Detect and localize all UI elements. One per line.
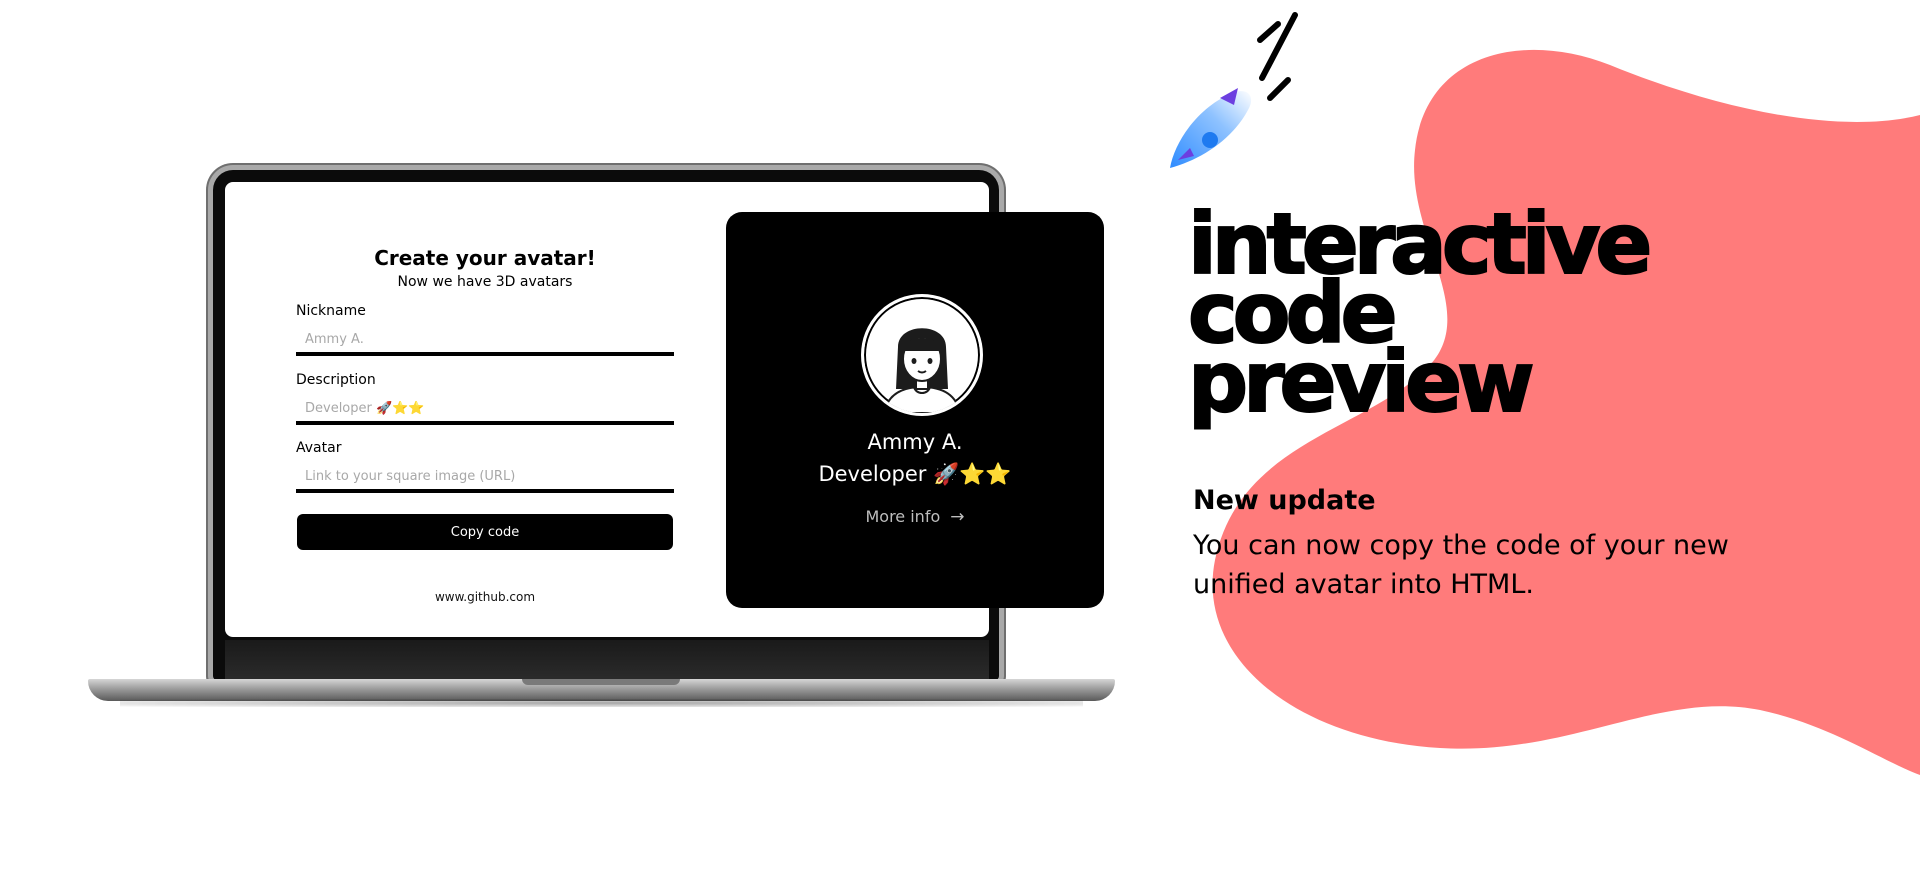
laptop-notch [522,679,680,685]
form-title: Create your avatar! [374,246,596,270]
description-label: Description [296,372,376,388]
nickname-label: Nickname [296,303,366,319]
more-info-label: More info [865,507,941,526]
card-name: Ammy A. [867,430,963,454]
description-input[interactable] [296,395,674,425]
laptop-shadow [120,699,1083,707]
update-title: New update [1193,485,1376,516]
avatar [861,294,983,416]
copy-code-button[interactable]: Copy code [297,514,673,550]
nickname-input[interactable] [296,326,674,356]
avatar-label: Avatar [296,440,342,456]
arrow-right-icon: → [950,507,965,527]
avatar-url-input[interactable] [296,463,674,493]
form-subtitle: Now we have 3D avatars [397,274,573,290]
update-body: You can now copy the code of your new un… [1193,530,1729,600]
card-role: Developer 🚀⭐⭐ [818,462,1012,486]
more-info-link[interactable]: More info → [726,507,1104,527]
github-link[interactable]: www.github.com [295,590,675,604]
headline: interactive code preview [1187,201,1653,431]
headline-line: preview [1187,333,1536,431]
girl-avatar-icon [882,328,962,413]
laptop-keyboard [225,640,989,680]
rocket-icon [1170,12,1298,168]
